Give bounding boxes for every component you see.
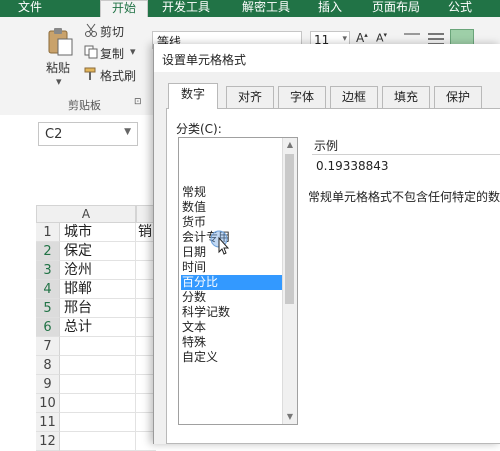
row-number[interactable]: 9 [36,375,60,394]
tab-number[interactable]: 数字 [168,83,218,109]
tab-formulas[interactable]: 公式 [440,0,480,17]
cell-a[interactable] [60,413,136,432]
row-number[interactable]: 11 [36,413,60,432]
ribbon-tab-bar: 文件 开始 开发工具 解密工具 插入 页面布局 公式 [0,0,500,18]
sample-value: 0.19338843 [316,159,389,173]
tab-home[interactable]: 开始 [100,0,148,18]
paste-button[interactable]: 粘贴 [46,59,70,76]
cell-a[interactable]: 城市 [60,223,136,242]
paste-dropdown-icon[interactable]: ▾ [56,75,62,88]
tab-page-layout[interactable]: 页面布局 [366,0,426,17]
column-header-a[interactable]: A [36,205,136,223]
tab-fill[interactable]: 填充 [382,86,430,108]
category-item[interactable]: 分数 [181,290,282,305]
cell-a[interactable] [60,337,136,356]
tab-alignment[interactable]: 对齐 [226,86,274,108]
row-number[interactable]: 7 [36,337,60,356]
row-number[interactable]: 3 [36,261,60,280]
chevron-down-icon: ▾ [342,34,347,44]
cell-a[interactable]: 保定 [60,242,136,261]
category-item[interactable]: 常规 [181,185,282,200]
row-number[interactable]: 12 [36,432,60,451]
cell-a[interactable]: 总计 [60,318,136,337]
category-list[interactable]: 常规 数值 货币 会计专用 日期 时间 百分比 分数 科学记数 文本 特殊 自定义 ▲ ▼ [178,137,298,425]
row-number[interactable]: 10 [36,394,60,413]
cell-a[interactable] [60,432,136,451]
row-number[interactable]: 5 [36,299,60,318]
row-number[interactable]: 2 [36,242,60,261]
category-item[interactable]: 科学记数 [181,305,282,320]
name-box[interactable]: C2 ▼ [38,122,138,146]
shrink-font-icon[interactable]: A▾ [376,31,387,45]
category-description: 常规单元格格式不包含任何特定的数 [308,190,500,204]
cell-a[interactable] [60,356,136,375]
scroll-thumb[interactable] [285,154,294,304]
category-item[interactable]: 文本 [181,320,282,335]
tab-insert[interactable]: 插入 [310,0,350,17]
tab-file[interactable]: 文件 [10,0,50,17]
clipboard-group-label: 剪贴板 [68,99,101,112]
scroll-up-icon[interactable]: ▲ [283,138,297,152]
row-number[interactable]: 6 [36,318,60,337]
row-number[interactable]: 1 [36,223,60,242]
scissors-icon [84,23,98,37]
mouse-cursor-icon [210,230,238,258]
tab-border[interactable]: 边框 [330,86,378,108]
category-item[interactable]: 货币 [181,215,282,230]
tab-protection[interactable]: 保护 [434,86,482,108]
copy-dropdown-icon[interactable]: ▾ [130,45,136,58]
tab-font[interactable]: 字体 [278,86,326,108]
tab-developer[interactable]: 开发工具 [156,0,216,17]
cell-a[interactable]: 沧州 [60,261,136,280]
cut-button[interactable]: 剪切 [100,23,124,40]
chevron-down-icon[interactable]: ▼ [124,127,131,137]
dialog-title: 设置单元格格式 [162,53,247,67]
category-item[interactable]: 自定义 [181,350,282,365]
format-cells-dialog: 设置单元格格式 数字 对齐 字体 边框 填充 保护 分类(C): 常规 数值 货币会… [153,44,500,444]
scroll-down-icon[interactable]: ▼ [283,410,297,424]
format-painter-icon [84,67,98,81]
row-number[interactable]: 4 [36,280,60,299]
cell-a[interactable] [60,394,136,413]
category-label: 分类(C): [176,122,222,136]
cell-a[interactable]: 邯郸 [60,280,136,299]
category-item[interactable]: 时间 [181,260,282,275]
tab-decrypt[interactable]: 解密工具 [236,0,296,17]
row-number[interactable]: 8 [36,356,60,375]
category-scrollbar[interactable]: ▲ ▼ [282,138,297,424]
cell-a[interactable]: 邢台 [60,299,136,318]
copy-button[interactable]: 复制 [100,45,124,62]
dialog-title-bar[interactable]: 设置单元格格式 [154,44,500,72]
name-box-value: C2 [45,127,63,142]
grow-font-icon[interactable]: A▴ [356,31,368,45]
cell-a[interactable] [60,375,136,394]
category-item[interactable]: 百分比 [181,275,282,290]
clipboard-launcher-icon[interactable]: ⊡ [134,97,142,107]
category-item[interactable]: 特殊 [181,335,282,350]
paste-icon[interactable] [46,27,74,57]
copy-icon [84,45,98,59]
format-painter-button[interactable]: 格式刷 [100,67,136,84]
category-item[interactable]: 数值 [181,200,282,215]
sample-label: 示例 [314,139,339,153]
